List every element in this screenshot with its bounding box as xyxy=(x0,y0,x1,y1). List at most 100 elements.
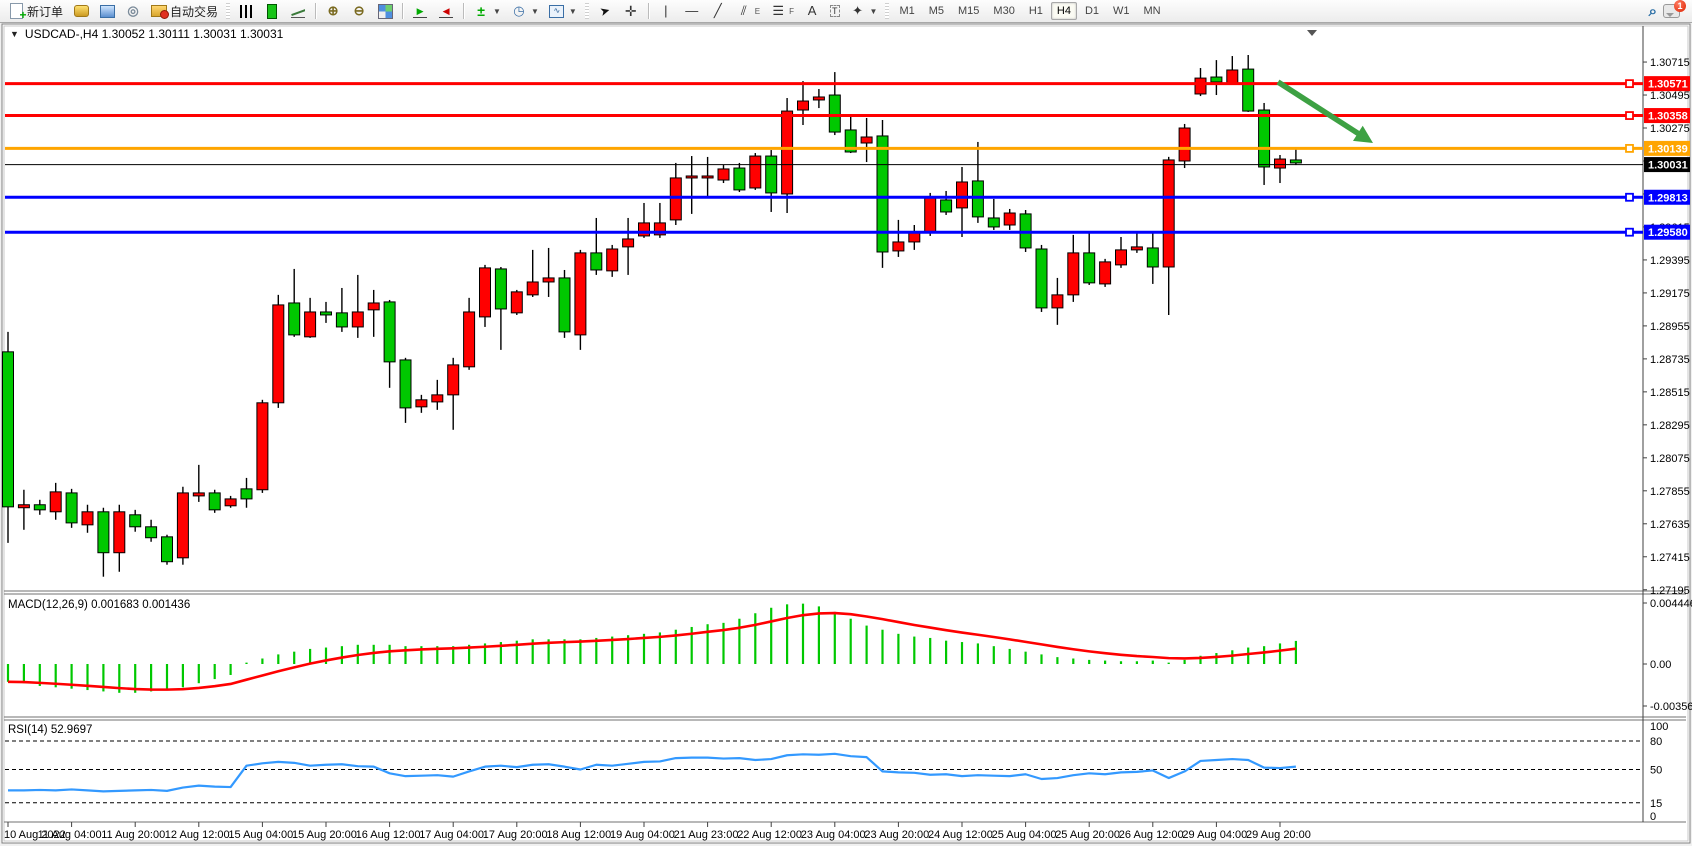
indicators-button[interactable]: ±▼ xyxy=(469,1,505,22)
auto-scroll-button[interactable]: ▶ xyxy=(408,1,432,22)
chevron-down-icon: ▼ xyxy=(493,7,501,16)
candle-body xyxy=(130,515,141,527)
candle-body xyxy=(1100,262,1111,284)
candle-body xyxy=(1195,78,1206,94)
signals-button[interactable]: ◎ xyxy=(121,1,145,22)
candle-body xyxy=(416,400,427,407)
auto-scroll-icon: ▶ xyxy=(412,3,428,19)
candle-body xyxy=(1084,253,1095,283)
tf-m30[interactable]: M30 xyxy=(987,2,1020,20)
crosshair-tool-button[interactable]: ✛ xyxy=(619,1,643,22)
candlestick-chart-button[interactable] xyxy=(260,1,284,22)
price-tick-label: 1.30715 xyxy=(1650,57,1690,69)
toolbar: 新订单 ◎ 自动交易 ⊕ ⊖ ▶ ◀ ±▼ ◷▼ ∿▼ ➤ ✛ | — ╱ ⫽E… xyxy=(0,0,1692,23)
candle xyxy=(750,153,761,190)
tf-h4[interactable]: H4 xyxy=(1051,2,1077,20)
toolbar-grip xyxy=(885,3,889,19)
line-endpoint-marker[interactable] xyxy=(1626,80,1633,87)
terminal-button[interactable] xyxy=(95,1,119,22)
price-tick-label: 1.27195 xyxy=(1650,585,1690,597)
vertical-line-tool-button[interactable]: | xyxy=(654,1,678,22)
candle-body xyxy=(336,313,347,327)
candle-body xyxy=(464,312,475,367)
coin-icon xyxy=(73,3,89,19)
timeframe-group: M1 M5 M15 M30 H1 H4 D1 W1 MN xyxy=(893,2,1166,20)
macd-axis-label: 0.004446 xyxy=(1650,598,1692,610)
line-chart-icon xyxy=(290,3,306,19)
rsi-axis-label: 0 xyxy=(1650,811,1656,823)
toolbar-grip xyxy=(226,3,230,19)
candle xyxy=(273,295,284,408)
price-tick-label: 1.28515 xyxy=(1650,387,1690,399)
templates-button[interactable]: ∿▼ xyxy=(545,1,581,22)
candle-body xyxy=(686,176,697,178)
shapes-icon: ✦ xyxy=(850,3,866,19)
chart-canvas[interactable]: 1.307151.304951.302751.300551.298351.296… xyxy=(0,0,1692,846)
tf-h1[interactable]: H1 xyxy=(1023,2,1049,20)
auto-trading-button[interactable]: 自动交易 xyxy=(147,1,222,22)
date-tick-label: 23 Aug 20:00 xyxy=(864,829,929,841)
tf-d1[interactable]: D1 xyxy=(1079,2,1105,20)
trendline-tool-button[interactable]: ╱ xyxy=(706,1,730,22)
channel-tool-button[interactable]: ⫽E xyxy=(732,1,764,22)
chart-shift-button[interactable]: ◀ xyxy=(434,1,458,22)
candle-body xyxy=(18,505,29,508)
candle-body xyxy=(66,493,77,523)
candle-body xyxy=(575,253,586,335)
tf-m5[interactable]: M5 xyxy=(923,2,950,20)
chat-icon[interactable]: 1 xyxy=(1663,4,1680,18)
candle xyxy=(511,290,522,315)
cursor-tool-button[interactable]: ➤ xyxy=(593,1,617,22)
price-line-label: 1.29813 xyxy=(1648,192,1688,204)
new-order-button[interactable]: 新订单 xyxy=(4,1,67,22)
text-label-icon: T xyxy=(830,5,840,17)
search-icon[interactable]: ⌕ xyxy=(1649,3,1657,20)
tf-m1[interactable]: M1 xyxy=(893,2,920,20)
tf-w1[interactable]: W1 xyxy=(1107,2,1136,20)
line-endpoint-marker[interactable] xyxy=(1626,112,1633,119)
candle-body xyxy=(957,182,968,208)
candle xyxy=(559,270,570,338)
shapes-tool-button[interactable]: ✦▼ xyxy=(846,1,882,22)
macd-axis-label: -0.003566 xyxy=(1650,701,1692,713)
text-tool-button[interactable]: A xyxy=(800,1,824,22)
add-indicator-icon: ± xyxy=(473,3,489,19)
candle-body xyxy=(798,101,809,110)
vertical-line-icon: | xyxy=(658,3,674,19)
candle xyxy=(877,120,888,268)
label-tool-button[interactable]: T xyxy=(826,1,844,22)
candle-body xyxy=(527,282,538,295)
price-line-label: 1.30139 xyxy=(1648,143,1688,155)
autotrade-folder-icon xyxy=(151,3,167,19)
candle-body xyxy=(241,489,252,499)
collapse-icon[interactable]: ▼ xyxy=(10,29,19,39)
bar-chart-button[interactable] xyxy=(234,1,258,22)
auto-trading-label: 自动交易 xyxy=(170,3,218,20)
candle-body xyxy=(3,352,14,507)
line-endpoint-marker[interactable] xyxy=(1626,229,1633,236)
candle-body xyxy=(1243,69,1254,111)
tf-mn[interactable]: MN xyxy=(1138,2,1167,20)
line-endpoint-marker[interactable] xyxy=(1626,145,1633,152)
line-chart-button[interactable] xyxy=(286,1,310,22)
price-tick-label: 1.29175 xyxy=(1650,288,1690,300)
horizontal-line-icon: — xyxy=(684,3,700,19)
zoom-in-button[interactable]: ⊕ xyxy=(321,1,345,22)
monitor-icon xyxy=(99,3,115,19)
candle xyxy=(177,487,188,565)
mt4-window: { "toolbar": { "new_order": "新订单", "auto… xyxy=(0,0,1692,846)
candle-body xyxy=(193,493,204,496)
line-endpoint-marker[interactable] xyxy=(1626,194,1633,201)
candle-body xyxy=(1004,213,1015,225)
template-icon: ∿ xyxy=(549,3,565,19)
horizontal-line-tool-button[interactable]: — xyxy=(680,1,704,22)
tf-m15[interactable]: M15 xyxy=(952,2,985,20)
zoom-out-button[interactable]: ⊖ xyxy=(347,1,371,22)
candle-body xyxy=(877,136,888,252)
candle-body xyxy=(273,305,284,403)
fibonacci-tool-button[interactable]: ☰F xyxy=(766,1,798,22)
periods-button[interactable]: ◷▼ xyxy=(507,1,543,22)
candle-body xyxy=(1147,248,1158,267)
tile-windows-button[interactable] xyxy=(373,1,397,22)
market-watch-button[interactable] xyxy=(69,1,93,22)
